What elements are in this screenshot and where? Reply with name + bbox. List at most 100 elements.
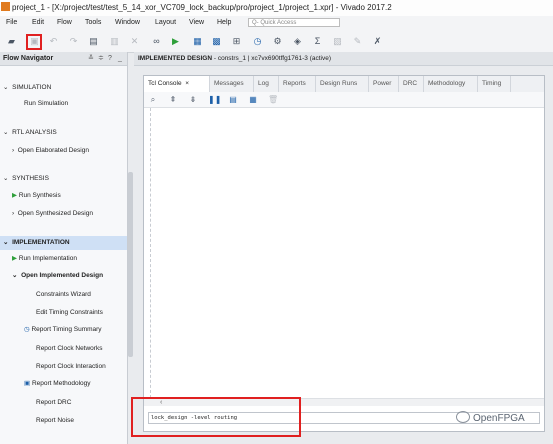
collapse-icon[interactable]: ⇞	[168, 95, 178, 104]
sigma-icon[interactable]: Σ	[312, 36, 323, 46]
title-bar: project_1 - [X:/project/test/test_5_14_x…	[0, 0, 553, 17]
nav-report-timing-summary[interactable]: ◷ Report Timing Summary	[24, 325, 102, 335]
collapse-all-icon[interactable]: ≚	[88, 52, 94, 66]
tab-power[interactable]: Power	[369, 76, 399, 92]
nav-report-timing-label: Report Timing Summary	[31, 326, 102, 333]
nav-report-methodology-label: Report Methodology	[31, 380, 91, 387]
run-implementation-icon: ▶	[12, 255, 17, 262]
nav-run-simulation[interactable]: Run Simulation	[24, 99, 68, 109]
clear-list-icon[interactable]: ▦	[248, 95, 258, 104]
watermark-text: OpenFPGA	[473, 413, 525, 424]
undo-icon[interactable]: ↶	[48, 36, 59, 46]
tab-tcl-console-label: Tcl Console	[148, 80, 182, 87]
report-icon: ▣	[24, 380, 31, 387]
run-synthesis-icon: ▶	[12, 192, 17, 199]
menu-bar: File Edit Flow Tools Window Layout View …	[0, 16, 553, 30]
minimize-icon[interactable]: _	[118, 52, 122, 66]
main-toolbar: ▰ ▣ ↶ ↷ ▤ ▥ ✕ ∞ ▶ ▦ ▩ ⊞ ◷ ⚙ ◈ Σ ▧ ✎ ✗	[0, 30, 553, 53]
section-simulation-label: SIMULATION	[12, 84, 52, 91]
copy-output-icon[interactable]: ▤	[228, 95, 238, 104]
tab-timing[interactable]: Timing	[478, 76, 511, 92]
section-implementation[interactable]: ⌄ IMPLEMENTATION	[3, 238, 70, 248]
section-synthesis-label: SYNTHESIS	[12, 175, 49, 182]
watermark: OpenFPGA	[456, 411, 553, 427]
nav-open-synthesized-label: Open Synthesized Design	[17, 210, 93, 217]
section-simulation[interactable]: ⌄ SIMULATION	[3, 83, 51, 93]
console-gutter	[150, 108, 152, 398]
console-tabs: Tcl Console × Messages Log Reports Desig…	[144, 76, 544, 93]
cross-icon[interactable]: ✗	[372, 36, 383, 46]
nav-open-implemented-label: Open Implemented Design	[21, 272, 104, 279]
wechat-icon	[456, 411, 470, 423]
timer-icon: ◷	[24, 326, 30, 333]
delete-icon[interactable]: ✕	[129, 36, 140, 46]
expand-icon[interactable]: ⇟	[188, 95, 198, 104]
quick-access-input[interactable]: Q- Quick Access	[248, 18, 340, 27]
flow-navigator-panel: Flow Navigator ≚ ≑ ? _ ⌄ SIMULATION Run …	[0, 52, 128, 444]
menu-file[interactable]: File	[6, 16, 17, 30]
flow-navigator-header: Flow Navigator ≚ ≑ ? _	[0, 52, 127, 66]
vivado-logo-icon	[1, 2, 10, 11]
redo-icon[interactable]: ↷	[68, 36, 79, 46]
open-icon[interactable]: ▰	[6, 36, 17, 46]
help-icon[interactable]: ?	[108, 52, 112, 66]
search-icon[interactable]: ⌕	[148, 95, 158, 104]
nav-run-implementation-label: Run Implementation	[18, 255, 77, 262]
bitstream-icon[interactable]: ▩	[211, 36, 222, 46]
nav-run-implementation[interactable]: ▶ Run Implementation	[12, 254, 77, 264]
report-icon[interactable]: ◈	[292, 36, 303, 46]
tab-log[interactable]: Log	[254, 76, 279, 92]
design-title: IMPLEMENTED DESIGN	[138, 55, 213, 62]
nav-open-elaborated-design[interactable]: › Open Elaborated Design	[12, 146, 89, 156]
nav-report-clock-networks[interactable]: Report Clock Networks	[36, 344, 102, 354]
nav-open-elaborated-label: Open Elaborated Design	[17, 147, 89, 154]
menu-help[interactable]: Help	[217, 16, 231, 30]
pause-icon[interactable]: ❚❚	[208, 95, 221, 104]
nav-run-synthesis[interactable]: ▶ Run Synthesis	[12, 191, 61, 201]
command-highlight-box	[131, 397, 301, 437]
nav-report-drc[interactable]: Report DRC	[36, 398, 71, 408]
tab-close-icon[interactable]: ×	[185, 80, 189, 87]
implementation-icon[interactable]: ▦	[192, 36, 203, 46]
console-toolbar: ⌕ ⇞ ⇟ ❚❚ ▤ ▦ 🗑	[144, 92, 544, 108]
program-icon[interactable]: ⊞	[231, 36, 242, 46]
nav-run-synthesis-label: Run Synthesis	[18, 192, 61, 199]
trash-icon[interactable]: 🗑	[268, 95, 278, 104]
implemented-design-header: IMPLEMENTED DESIGN - constrs_1 | xc7vx69…	[134, 52, 553, 66]
flow-navigator-scrollbar[interactable]	[128, 172, 133, 357]
paste-icon[interactable]: ▥	[109, 36, 120, 46]
run-icon[interactable]: ▶	[170, 36, 181, 46]
settings-icon[interactable]: ⚙	[272, 36, 283, 46]
nav-report-noise[interactable]: Report Noise	[36, 416, 74, 426]
section-implementation-label: IMPLEMENTATION	[12, 239, 70, 246]
binoculars-icon[interactable]: ∞	[151, 36, 162, 46]
nav-edit-timing-constraints[interactable]: Edit Timing Constraints	[36, 308, 103, 318]
timer-icon[interactable]: ◷	[252, 36, 263, 46]
tab-drc[interactable]: DRC	[399, 76, 424, 92]
tab-methodology[interactable]: Methodology	[424, 76, 478, 92]
nav-open-implemented-design[interactable]: ⌄ Open Implemented Design	[12, 271, 103, 281]
menu-tools[interactable]: Tools	[85, 16, 101, 30]
section-rtl-label: RTL ANALYSIS	[12, 129, 57, 136]
flow-navigator-title: Flow Navigator	[3, 55, 54, 62]
compare-icon[interactable]: ▧	[332, 36, 343, 46]
section-synthesis[interactable]: ⌄ SYNTHESIS	[3, 174, 49, 184]
tab-messages[interactable]: Messages	[210, 76, 254, 92]
expand-all-icon[interactable]: ≑	[98, 52, 104, 66]
nav-constraints-wizard[interactable]: Constraints Wizard	[36, 290, 91, 300]
nav-open-synthesized-design[interactable]: › Open Synthesized Design	[12, 209, 93, 219]
tab-reports[interactable]: Reports	[279, 76, 316, 92]
section-rtl-analysis[interactable]: ⌄ RTL ANALYSIS	[3, 128, 57, 138]
pencil-icon[interactable]: ✎	[352, 36, 363, 46]
menu-flow[interactable]: Flow	[57, 16, 72, 30]
menu-view[interactable]: View	[189, 16, 204, 30]
tab-tcl-console[interactable]: Tcl Console ×	[144, 76, 210, 92]
menu-layout[interactable]: Layout	[155, 16, 176, 30]
menu-window[interactable]: Window	[115, 16, 140, 30]
nav-report-clock-interaction[interactable]: Report Clock Interaction	[36, 362, 106, 372]
menu-edit[interactable]: Edit	[32, 16, 44, 30]
tab-design-runs[interactable]: Design Runs	[316, 76, 369, 92]
design-detail: - constrs_1 | xc7vx690tffg1761-3 (active…	[212, 55, 332, 62]
nav-report-methodology[interactable]: ▣ Report Methodology	[24, 379, 91, 389]
copy-icon[interactable]: ▤	[88, 36, 99, 46]
